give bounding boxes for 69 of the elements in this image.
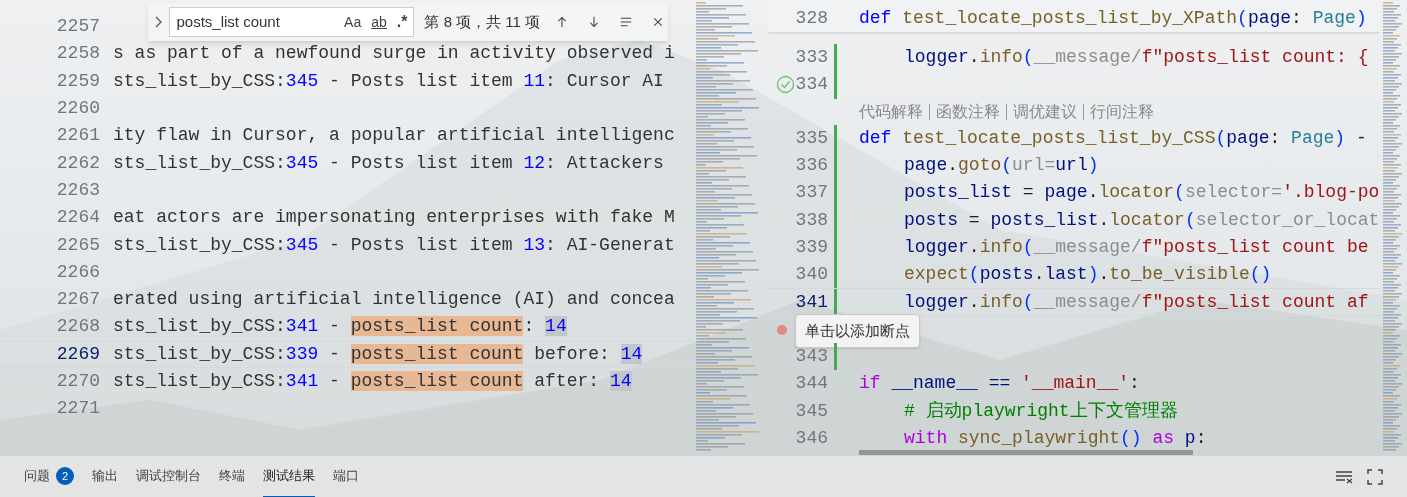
line-number: 346 xyxy=(794,427,828,450)
code-line: sts_list_by_CSS:345 - Posts list item 11: Cursor AI xyxy=(113,69,664,93)
count-badge: 2 xyxy=(56,467,74,485)
code-line: sts_list_by_CSS:339 - posts_list count before: 14 xyxy=(113,342,643,366)
code-line: def test_locate_posts_list_by_CSS(page: Page) - xyxy=(859,126,1367,150)
line-number: 344 xyxy=(794,372,828,396)
line-number: 2265 xyxy=(55,233,100,257)
code-line: eat actors are impersonating enterprises with fake M xyxy=(113,206,675,230)
line-number: 340 xyxy=(794,263,828,287)
line-number: 2269 xyxy=(55,342,100,366)
maximize-icon[interactable] xyxy=(1367,468,1383,485)
code-line: s as part of a newfound surge in activity observed i xyxy=(113,42,675,66)
code-comment: # 启动playwright上下文管理器 xyxy=(904,399,1178,423)
line-number: 337 xyxy=(794,181,828,205)
horizontal-scrollbar[interactable] xyxy=(859,450,1193,455)
line-number: 2261 xyxy=(55,124,100,148)
code-line: if __name__ == '__main__': xyxy=(859,372,1140,396)
clear-list-icon[interactable] xyxy=(1335,469,1353,484)
code-line: sts_list_by_CSS:341 - posts_list count after: 14 xyxy=(113,370,632,393)
line-number: 339 xyxy=(794,235,828,259)
code-line: posts_list = page.locator(selector='.blog-po xyxy=(904,181,1380,205)
code-line: posts = posts_list.locator(selector_or_locat xyxy=(904,208,1380,232)
line-number: 335 xyxy=(794,126,828,150)
previous-match-icon[interactable] xyxy=(556,14,569,30)
chevron-right-icon xyxy=(154,16,163,28)
line-number: 2262 xyxy=(55,151,100,175)
option-toggle[interactable]: Aa xyxy=(342,11,364,33)
panel-tab[interactable]: 终端 xyxy=(219,456,245,497)
code-line: logger.info(__message/f"posts_list count be xyxy=(904,235,1369,259)
panel-tab[interactable]: 问题 2 xyxy=(24,456,74,497)
code-line: erated using artificial intelligence (AI) and concea xyxy=(113,288,675,312)
search-field[interactable]: posts_list count Aa ab .* xyxy=(169,7,415,37)
line-number: 2266 xyxy=(55,260,100,284)
option-toggle[interactable]: .* xyxy=(394,10,410,34)
code-line: def test_locate_posts_list_by_XPath(page: Page) xyxy=(859,6,1367,30)
line-number: 2264 xyxy=(55,206,100,230)
tooltip: 单击以添加断点 xyxy=(795,313,920,349)
line-number: 2270 xyxy=(55,370,100,393)
line-number: 333 xyxy=(794,46,828,70)
line-number: 2260 xyxy=(55,97,100,121)
code-line: logger.info(__message/f"posts_list count af xyxy=(904,290,1369,314)
next-match-icon[interactable] xyxy=(588,14,601,30)
line-number: 2257 xyxy=(55,15,100,39)
code-line: logger.info(__message/f"posts_list count: { xyxy=(904,46,1369,70)
line-number: 2267 xyxy=(55,288,100,312)
line-number: 345 xyxy=(794,399,828,423)
line-number: 2271 xyxy=(55,397,100,421)
line-number: 2258 xyxy=(55,42,100,66)
match-count: 第 8 项，共 11 项 xyxy=(424,11,541,32)
panel-tab[interactable]: 调试控制台 xyxy=(136,456,201,497)
line-number: 2268 xyxy=(55,315,100,339)
code-line: ity flaw in Cursor, a popular artificial intelligenc xyxy=(113,124,675,148)
panel-tab[interactable]: 输出 xyxy=(92,456,118,497)
code-line: with sync_playwright() as p: xyxy=(904,427,1207,450)
line-number: 2263 xyxy=(55,178,100,202)
code-line: expect(posts.last).to_be_visible() xyxy=(904,263,1272,287)
option-toggle[interactable]: ab xyxy=(369,11,389,33)
line-number: 2259 xyxy=(55,69,100,93)
line-number: 334 xyxy=(794,73,828,97)
code-line: page.goto(url=url) xyxy=(904,154,1099,178)
line-number: 341 xyxy=(794,290,828,314)
code-line: sts_list_by_CSS:345 - Posts list item 12: Attackers xyxy=(113,151,664,175)
code-line: sts_list_by_CSS:345 - Posts list item 13: AI-Generat xyxy=(113,233,675,257)
panel-tab[interactable]: 测试结果 xyxy=(263,456,315,497)
code-line: sts_list_by_CSS:341 - posts_list count: 14 xyxy=(113,315,567,339)
line-number: 328 xyxy=(794,6,828,30)
panel-tab[interactable]: 端口 xyxy=(333,456,359,497)
line-number: 338 xyxy=(794,208,828,232)
line-number: 336 xyxy=(794,154,828,178)
